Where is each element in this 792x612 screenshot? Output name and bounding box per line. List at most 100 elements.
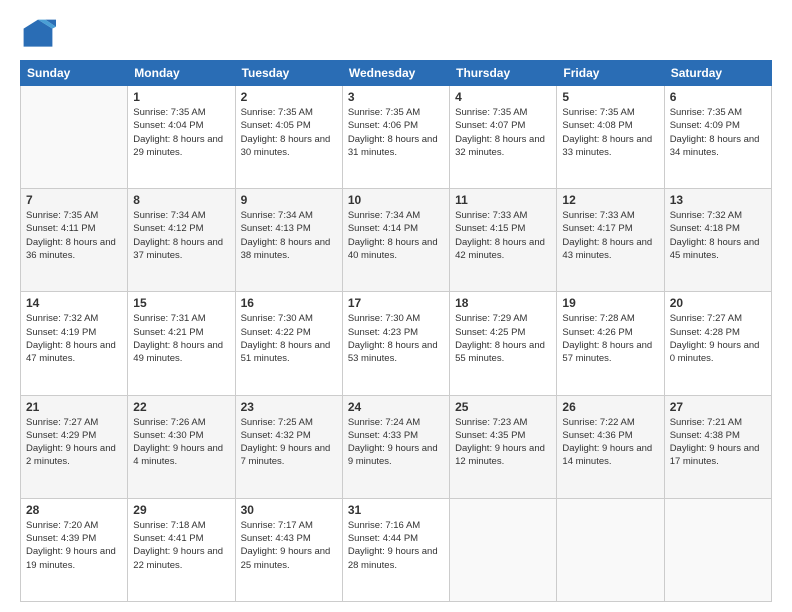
day-number: 29 bbox=[133, 503, 229, 517]
calendar-cell: 28Sunrise: 7:20 AMSunset: 4:39 PMDayligh… bbox=[21, 498, 128, 601]
calendar-cell: 20 Sunrise: 7:27 AMSunset: 4:28 PMDayligh… bbox=[664, 292, 771, 395]
day-number: 31 bbox=[348, 503, 444, 517]
calendar-cell: 9 Sunrise: 7:34 AMSunset: 4:13 PMDaylight… bbox=[235, 189, 342, 292]
weekday-header-thursday: Thursday bbox=[450, 61, 557, 86]
day-info: Sunrise: 7:31 AMSunset: 4:21 PMDaylight:… bbox=[133, 312, 229, 365]
day-number: 30 bbox=[241, 503, 337, 517]
day-info: Sunrise: 7:35 AMSunset: 4:05 PMDaylight:… bbox=[241, 106, 337, 159]
day-number: 25 bbox=[455, 400, 551, 414]
calendar-cell: 17Sunrise: 7:30 AMSunset: 4:23 PMDayligh… bbox=[342, 292, 449, 395]
calendar-cell: 19 Sunrise: 7:28 AMSunset: 4:26 PMDayligh… bbox=[557, 292, 664, 395]
day-info: Sunrise: 7:27 AMSunset: 4:29 PMDaylight:… bbox=[26, 416, 122, 469]
logo bbox=[20, 16, 60, 52]
calendar-cell bbox=[664, 498, 771, 601]
calendar-cell: 7 Sunrise: 7:35 AMSunset: 4:11 PMDaylight… bbox=[21, 189, 128, 292]
calendar-cell: 8Sunrise: 7:34 AMSunset: 4:12 PMDaylight… bbox=[128, 189, 235, 292]
day-number: 5 bbox=[562, 90, 658, 104]
day-info: Sunrise: 7:26 AMSunset: 4:30 PMDaylight:… bbox=[133, 416, 229, 469]
page: SundayMondayTuesdayWednesdayThursdayFrid… bbox=[0, 0, 792, 612]
day-number: 14 bbox=[26, 296, 122, 310]
day-number: 12 bbox=[562, 193, 658, 207]
day-number: 4 bbox=[455, 90, 551, 104]
day-info: Sunrise: 7:34 AMSunset: 4:13 PMDaylight:… bbox=[241, 209, 337, 262]
day-number: 26 bbox=[562, 400, 658, 414]
calendar-cell: 12 Sunrise: 7:33 AMSunset: 4:17 PMDayligh… bbox=[557, 189, 664, 292]
day-number: 18 bbox=[455, 296, 551, 310]
day-info: Sunrise: 7:35 AMSunset: 4:04 PMDaylight:… bbox=[133, 106, 229, 159]
day-number: 16 bbox=[241, 296, 337, 310]
calendar-cell: 16 Sunrise: 7:30 AMSunset: 4:22 PMDayligh… bbox=[235, 292, 342, 395]
day-info: Sunrise: 7:32 AMSunset: 4:18 PMDaylight:… bbox=[670, 209, 766, 262]
calendar-week-3: 14 Sunrise: 7:32 AMSunset: 4:19 PMDayligh… bbox=[21, 292, 772, 395]
calendar-cell: 11 Sunrise: 7:33 AMSunset: 4:15 PMDayligh… bbox=[450, 189, 557, 292]
calendar-cell: 23 Sunrise: 7:25 AMSunset: 4:32 PMDayligh… bbox=[235, 395, 342, 498]
day-number: 21 bbox=[26, 400, 122, 414]
day-number: 7 bbox=[26, 193, 122, 207]
weekday-header-sunday: Sunday bbox=[21, 61, 128, 86]
calendar-week-5: 28Sunrise: 7:20 AMSunset: 4:39 PMDayligh… bbox=[21, 498, 772, 601]
calendar-cell bbox=[450, 498, 557, 601]
calendar-cell: 30 Sunrise: 7:17 AMSunset: 4:43 PMDayligh… bbox=[235, 498, 342, 601]
day-number: 9 bbox=[241, 193, 337, 207]
day-info: Sunrise: 7:16 AMSunset: 4:44 PMDaylight:… bbox=[348, 519, 444, 572]
day-info: Sunrise: 7:32 AMSunset: 4:19 PMDaylight:… bbox=[26, 312, 122, 365]
day-info: Sunrise: 7:35 AMSunset: 4:09 PMDaylight:… bbox=[670, 106, 766, 159]
weekday-header-friday: Friday bbox=[557, 61, 664, 86]
calendar-cell: 24 Sunrise: 7:24 AMSunset: 4:33 PMDayligh… bbox=[342, 395, 449, 498]
calendar-cell: 18Sunrise: 7:29 AMSunset: 4:25 PMDayligh… bbox=[450, 292, 557, 395]
day-number: 11 bbox=[455, 193, 551, 207]
day-info: Sunrise: 7:35 AMSunset: 4:11 PMDaylight:… bbox=[26, 209, 122, 262]
day-number: 19 bbox=[562, 296, 658, 310]
day-info: Sunrise: 7:35 AMSunset: 4:06 PMDaylight:… bbox=[348, 106, 444, 159]
day-number: 27 bbox=[670, 400, 766, 414]
day-info: Sunrise: 7:24 AMSunset: 4:33 PMDaylight:… bbox=[348, 416, 444, 469]
day-number: 22 bbox=[133, 400, 229, 414]
day-number: 10 bbox=[348, 193, 444, 207]
calendar-cell: 13Sunrise: 7:32 AMSunset: 4:18 PMDayligh… bbox=[664, 189, 771, 292]
weekday-header-row: SundayMondayTuesdayWednesdayThursdayFrid… bbox=[21, 61, 772, 86]
logo-icon bbox=[20, 16, 56, 52]
calendar-cell: 5 Sunrise: 7:35 AMSunset: 4:08 PMDaylight… bbox=[557, 86, 664, 189]
calendar-cell: 15 Sunrise: 7:31 AMSunset: 4:21 PMDayligh… bbox=[128, 292, 235, 395]
calendar-week-4: 21 Sunrise: 7:27 AMSunset: 4:29 PMDayligh… bbox=[21, 395, 772, 498]
day-number: 1 bbox=[133, 90, 229, 104]
calendar-cell: 22 Sunrise: 7:26 AMSunset: 4:30 PMDayligh… bbox=[128, 395, 235, 498]
calendar-cell: 1 Sunrise: 7:35 AMSunset: 4:04 PMDaylight… bbox=[128, 86, 235, 189]
day-info: Sunrise: 7:20 AMSunset: 4:39 PMDaylight:… bbox=[26, 519, 122, 572]
calendar-week-1: 1 Sunrise: 7:35 AMSunset: 4:04 PMDaylight… bbox=[21, 86, 772, 189]
day-number: 24 bbox=[348, 400, 444, 414]
day-number: 15 bbox=[133, 296, 229, 310]
day-info: Sunrise: 7:17 AMSunset: 4:43 PMDaylight:… bbox=[241, 519, 337, 572]
day-info: Sunrise: 7:28 AMSunset: 4:26 PMDaylight:… bbox=[562, 312, 658, 365]
day-number: 20 bbox=[670, 296, 766, 310]
day-info: Sunrise: 7:22 AMSunset: 4:36 PMDaylight:… bbox=[562, 416, 658, 469]
day-number: 23 bbox=[241, 400, 337, 414]
weekday-header-tuesday: Tuesday bbox=[235, 61, 342, 86]
day-info: Sunrise: 7:23 AMSunset: 4:35 PMDaylight:… bbox=[455, 416, 551, 469]
day-info: Sunrise: 7:33 AMSunset: 4:15 PMDaylight:… bbox=[455, 209, 551, 262]
calendar-cell: 27 Sunrise: 7:21 AMSunset: 4:38 PMDayligh… bbox=[664, 395, 771, 498]
calendar-cell: 4 Sunrise: 7:35 AMSunset: 4:07 PMDaylight… bbox=[450, 86, 557, 189]
day-info: Sunrise: 7:33 AMSunset: 4:17 PMDaylight:… bbox=[562, 209, 658, 262]
weekday-header-saturday: Saturday bbox=[664, 61, 771, 86]
calendar-week-2: 7 Sunrise: 7:35 AMSunset: 4:11 PMDaylight… bbox=[21, 189, 772, 292]
calendar-cell bbox=[557, 498, 664, 601]
day-info: Sunrise: 7:18 AMSunset: 4:41 PMDaylight:… bbox=[133, 519, 229, 572]
calendar-table: SundayMondayTuesdayWednesdayThursdayFrid… bbox=[20, 60, 772, 602]
day-info: Sunrise: 7:25 AMSunset: 4:32 PMDaylight:… bbox=[241, 416, 337, 469]
calendar-cell: 21 Sunrise: 7:27 AMSunset: 4:29 PMDayligh… bbox=[21, 395, 128, 498]
day-info: Sunrise: 7:30 AMSunset: 4:22 PMDaylight:… bbox=[241, 312, 337, 365]
day-info: Sunrise: 7:30 AMSunset: 4:23 PMDaylight:… bbox=[348, 312, 444, 365]
header bbox=[20, 16, 772, 52]
day-number: 8 bbox=[133, 193, 229, 207]
day-info: Sunrise: 7:35 AMSunset: 4:08 PMDaylight:… bbox=[562, 106, 658, 159]
day-info: Sunrise: 7:21 AMSunset: 4:38 PMDaylight:… bbox=[670, 416, 766, 469]
weekday-header-monday: Monday bbox=[128, 61, 235, 86]
calendar-cell: 2 Sunrise: 7:35 AMSunset: 4:05 PMDaylight… bbox=[235, 86, 342, 189]
day-info: Sunrise: 7:35 AMSunset: 4:07 PMDaylight:… bbox=[455, 106, 551, 159]
day-info: Sunrise: 7:27 AMSunset: 4:28 PMDaylight:… bbox=[670, 312, 766, 365]
day-number: 2 bbox=[241, 90, 337, 104]
day-info: Sunrise: 7:34 AMSunset: 4:14 PMDaylight:… bbox=[348, 209, 444, 262]
calendar-cell: 26 Sunrise: 7:22 AMSunset: 4:36 PMDayligh… bbox=[557, 395, 664, 498]
calendar-cell: 14 Sunrise: 7:32 AMSunset: 4:19 PMDayligh… bbox=[21, 292, 128, 395]
